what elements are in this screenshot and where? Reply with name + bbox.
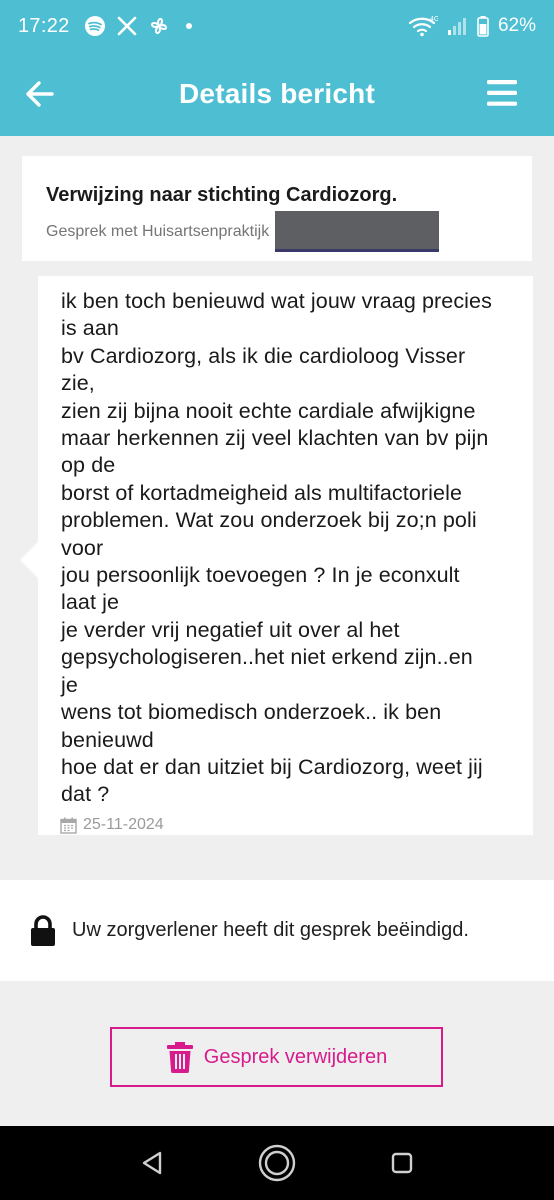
battery-icon <box>476 15 490 37</box>
nav-home-button[interactable] <box>257 1143 297 1183</box>
message-date-row: 25-11-2024 <box>60 816 164 834</box>
subject-subtitle-row: Gesprek met Huisartsenpraktijk <box>46 211 508 251</box>
redacted-practice-name <box>275 211 440 249</box>
svg-text:4G: 4G <box>430 16 438 23</box>
subject-subtitle: Gesprek met Huisartsenpraktijk <box>46 223 270 240</box>
hamburger-menu-icon <box>487 80 517 106</box>
subject-title: Verwijzing naar stichting Cardiozorg. <box>46 184 398 206</box>
subject-card: Verwijzing naar stichting Cardiozorg. Ge… <box>22 156 532 261</box>
delete-conversation-button[interactable]: Gesprek verwijderen <box>110 1027 443 1087</box>
trash-icon <box>166 1042 193 1073</box>
lock-icon <box>31 914 55 946</box>
spotify-icon <box>84 15 106 37</box>
home-circle-icon <box>258 1144 296 1182</box>
conversation-ended-notice: Uw zorgverlener heeft dit gesprek beëind… <box>0 880 554 981</box>
app-bar: Details bericht <box>0 52 554 136</box>
message-text: ik ben toch benieuwd wat jouw vraag prec… <box>61 289 492 807</box>
message-date: 25-11-2024 <box>83 816 164 833</box>
signal-icon <box>446 15 468 37</box>
calendar-icon <box>60 817 77 834</box>
system-navigation-bar <box>0 1126 554 1200</box>
square-recents-icon <box>391 1152 412 1174</box>
fan-icon <box>148 15 170 37</box>
notification-dot <box>185 23 192 29</box>
delete-conversation-label: Gesprek verwijderen <box>203 1045 388 1068</box>
x-icon <box>116 15 138 37</box>
triangle-back-icon <box>143 1151 162 1175</box>
nav-recents-button[interactable] <box>382 1143 422 1183</box>
conversation-ended-text: Uw zorgverlener heeft dit gesprek beëind… <box>72 919 469 941</box>
battery-percent: 62% <box>497 15 536 36</box>
message-bubble: ik ben toch benieuwd wat jouw vraag prec… <box>20 276 533 835</box>
page-title: Details bericht <box>179 78 375 109</box>
wifi-icon: 4G <box>408 15 438 37</box>
status-bar: 17:22 4G 62% <box>0 0 554 52</box>
arrow-left-icon <box>26 81 54 107</box>
menu-button[interactable] <box>486 78 518 108</box>
status-time: 17:22 <box>18 14 70 37</box>
back-button[interactable] <box>22 76 58 112</box>
nav-back-button[interactable] <box>132 1143 172 1183</box>
